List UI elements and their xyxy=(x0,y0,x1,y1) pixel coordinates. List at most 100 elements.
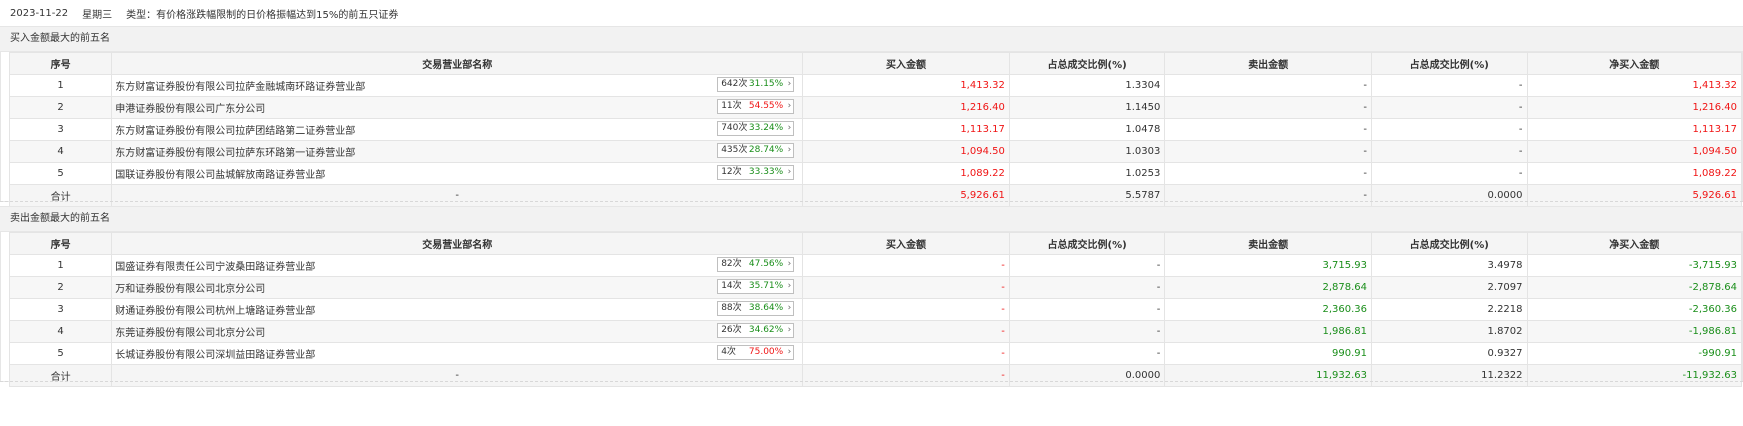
broker-cell: 东方财富证券股份有限公司拉萨东环路第一证券营业部 435次 28.74% › xyxy=(111,140,804,163)
broker-win-rate: 54.55% xyxy=(748,101,784,111)
col-seq: 序号 xyxy=(8,52,113,75)
col-seq: 序号 xyxy=(8,232,113,255)
net-amount: 1,216.40 xyxy=(1526,96,1743,119)
col-net: 净买入金额 xyxy=(1526,52,1743,75)
table-row: 1 国盛证券有限责任公司宁波桑田路证券营业部 82次 47.56% › - -3,715.9… xyxy=(8,254,1743,277)
total-sell: - xyxy=(1164,184,1372,207)
row-seq: 4 xyxy=(8,320,113,343)
broker-count: 740次 xyxy=(721,123,748,133)
broker-stats-badge[interactable]: 11次 54.55% › xyxy=(717,99,795,114)
col-broker: 交易营业部名称 xyxy=(111,232,804,255)
weekday: 星期三 xyxy=(82,9,113,21)
sell-amount: 2,878.64 xyxy=(1164,276,1372,299)
broker-name-link[interactable]: 东方财富证券股份有限公司拉萨东环路第一证券营业部 xyxy=(115,144,355,159)
buy-amount: - xyxy=(802,254,1010,277)
chevron-right-icon: › xyxy=(787,259,792,269)
col-net: 净买入金额 xyxy=(1526,232,1743,255)
buy-panel: 序号 交易营业部名称 买入金额 占总成交比例(%) 卖出金额 占总成交比例(%)… xyxy=(0,51,1743,207)
broker-cell: 万和证券股份有限公司北京分公司 14次 35.71% › xyxy=(111,276,804,299)
broker-cell: 东方财富证券股份有限公司拉萨团结路第二证券营业部 740次 33.24% › xyxy=(111,118,804,141)
broker-count: 82次 xyxy=(721,259,742,269)
buy-ratio: 1.0253 xyxy=(1008,162,1166,185)
total-sell: 11,932.63 xyxy=(1164,364,1372,387)
broker-stats-badge[interactable]: 88次 38.64% › xyxy=(717,301,795,316)
broker-name-link[interactable]: 财通证券股份有限公司杭州上塘路证券营业部 xyxy=(115,302,315,317)
chevron-right-icon: › xyxy=(787,281,792,291)
chevron-right-icon: › xyxy=(787,303,792,313)
broker-name-link[interactable]: 万和证券股份有限公司北京分公司 xyxy=(115,280,265,295)
sell-amount: - xyxy=(1164,74,1372,97)
sell-section-title: 卖出金额最大的前五名 xyxy=(10,213,110,224)
total-buy: 5,926.61 xyxy=(802,184,1010,207)
sell-ratio: 1.8702 xyxy=(1371,320,1528,343)
row-seq: 3 xyxy=(8,118,113,141)
sell-amount: - xyxy=(1164,162,1372,185)
broker-count: 12次 xyxy=(721,167,742,177)
sell-ratio: - xyxy=(1371,96,1528,119)
sell-ratio: 2.7097 xyxy=(1371,276,1528,299)
row-seq: 5 xyxy=(8,342,113,365)
table-row: 3 东方财富证券股份有限公司拉萨团结路第二证券营业部 740次 33.24% › 1,11… xyxy=(8,118,1743,141)
broker-count: 11次 xyxy=(721,101,742,111)
net-amount: 1,094.50 xyxy=(1526,140,1743,163)
col-sell: 卖出金额 xyxy=(1164,52,1372,75)
row-seq: 1 xyxy=(8,254,113,277)
broker-stats-badge[interactable]: 82次 47.56% › xyxy=(717,257,795,272)
broker-name-link[interactable]: 国联证券股份有限公司盐城解放南路证券营业部 xyxy=(115,166,325,181)
net-amount: -990.91 xyxy=(1526,342,1743,365)
buy-top5-table: 序号 交易营业部名称 买入金额 占总成交比例(%) 卖出金额 占总成交比例(%)… xyxy=(8,52,1743,207)
broker-cell: 申港证券股份有限公司广东分公司 11次 54.55% › xyxy=(111,96,804,119)
broker-stats-badge[interactable]: 4次 75.00% › xyxy=(717,345,795,360)
broker-cell: 长城证券股份有限公司深圳益田路证券营业部 4次 75.00% › xyxy=(111,342,804,365)
buy-amount: - xyxy=(802,320,1010,343)
divider xyxy=(0,201,1743,202)
broker-name-link[interactable]: 国盛证券有限责任公司宁波桑田路证券营业部 xyxy=(115,258,315,273)
broker-name-link[interactable]: 东方财富证券股份有限公司拉萨团结路第二证券营业部 xyxy=(115,122,355,137)
net-amount: -3,715.93 xyxy=(1526,254,1743,277)
chevron-right-icon: › xyxy=(787,145,792,155)
broker-count: 26次 xyxy=(721,325,742,335)
row-seq: 4 xyxy=(8,140,113,163)
buy-amount: - xyxy=(802,342,1010,365)
col-broker: 交易营业部名称 xyxy=(111,52,804,75)
broker-count: 642次 xyxy=(721,79,748,89)
chevron-right-icon: › xyxy=(787,325,792,335)
broker-stats-badge[interactable]: 26次 34.62% › xyxy=(717,323,795,338)
total-row: 合计 - -0.0000 11,932.63 11.2322 -11,932.63 xyxy=(8,364,1743,387)
table-row: 5 国联证券股份有限公司盐城解放南路证券营业部 12次 33.33% › 1,089.22… xyxy=(8,162,1743,185)
total-label: 合计 xyxy=(8,184,113,207)
broker-stats-badge[interactable]: 740次 33.24% › xyxy=(717,121,795,136)
buy-ratio: 1.0303 xyxy=(1008,140,1166,163)
broker-name-link[interactable]: 东方财富证券股份有限公司拉萨金融城南环路证券营业部 xyxy=(115,78,365,93)
broker-win-rate: 31.15% xyxy=(748,79,784,89)
broker-win-rate: 35.71% xyxy=(748,281,784,291)
sell-amount: - xyxy=(1164,140,1372,163)
broker-stats-badge[interactable]: 435次 28.74% › xyxy=(717,143,795,158)
broker-win-rate: 34.62% xyxy=(748,325,784,335)
sell-ratio: 3.4978 xyxy=(1371,254,1528,277)
sell-amount: 2,360.36 xyxy=(1164,298,1372,321)
buy-section-header: 买入金额最大的前五名 xyxy=(0,26,1743,52)
chevron-right-icon: › xyxy=(787,347,792,357)
broker-name-link[interactable]: 东莞证券股份有限公司北京分公司 xyxy=(115,324,265,339)
broker-stats-badge[interactable]: 14次 35.71% › xyxy=(717,279,795,294)
sell-ratio: 2.2218 xyxy=(1371,298,1528,321)
broker-cell: 国盛证券有限责任公司宁波桑田路证券营业部 82次 47.56% › xyxy=(111,254,804,277)
sell-ratio: - xyxy=(1371,74,1528,97)
broker-cell: 国联证券股份有限公司盐城解放南路证券营业部 12次 33.33% › xyxy=(111,162,804,185)
sell-amount: 990.91 xyxy=(1164,342,1372,365)
broker-name-link[interactable]: 申港证券股份有限公司广东分公司 xyxy=(115,100,265,115)
broker-stats-badge[interactable]: 12次 33.33% › xyxy=(717,165,795,180)
col-buy: 买入金额 xyxy=(802,52,1010,75)
chevron-right-icon: › xyxy=(787,79,792,89)
row-seq: 1 xyxy=(8,74,113,97)
row-seq: 2 xyxy=(8,96,113,119)
col-buy-ratio: 占总成交比例(%) xyxy=(1008,52,1166,75)
total-buy-ratio: 5.5787 xyxy=(1008,184,1166,207)
sell-amount: 1,986.81 xyxy=(1164,320,1372,343)
broker-stats-badge[interactable]: 642次 31.15% › xyxy=(717,77,795,92)
date-bar: 2023-11-22 星期三 类型：有价格涨跌幅限制的日价格振幅达到15%的前五… xyxy=(0,0,1743,26)
broker-name-link[interactable]: 长城证券股份有限公司深圳益田路证券营业部 xyxy=(115,346,315,361)
net-amount: -2,878.64 xyxy=(1526,276,1743,299)
table-row: 4 东莞证券股份有限公司北京分公司 26次 34.62% › - -1,986.81 1.87… xyxy=(8,320,1743,343)
